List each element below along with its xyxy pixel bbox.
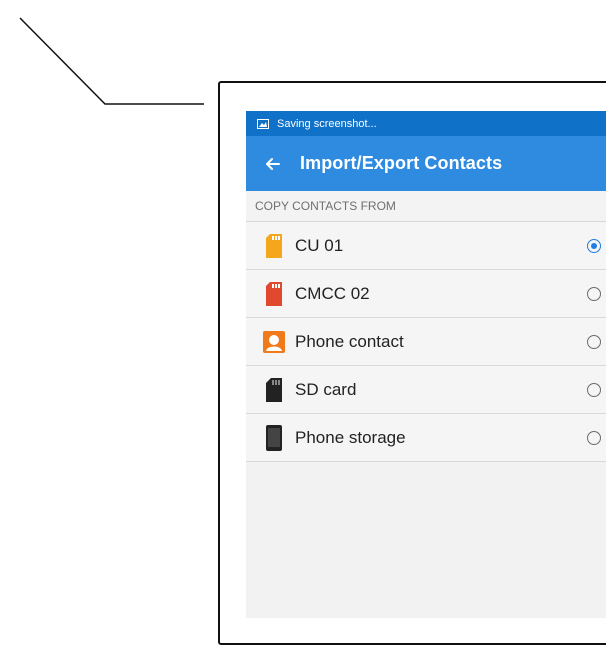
screenshot-icon	[257, 119, 269, 129]
contact-avatar-icon	[263, 330, 285, 354]
radio-button[interactable]	[587, 334, 601, 349]
item-label: Phone storage	[295, 427, 406, 447]
status-text: Saving screenshot...	[277, 117, 377, 130]
item-label: SD card	[295, 379, 357, 399]
item-label: CMCC 02	[295, 283, 370, 303]
item-label: Phone contact	[295, 331, 404, 351]
list-item-cu01[interactable]: CU 01	[246, 222, 606, 270]
app-bar: Import/Export Contacts	[246, 136, 606, 191]
sim-card-yellow-icon	[263, 233, 285, 258]
item-label: CU 01	[295, 235, 344, 255]
sim-card-red-icon	[263, 281, 285, 306]
phone-screen: Saving screenshot... Import/Export Conta…	[246, 111, 606, 618]
page-title: Import/Export Contacts	[300, 153, 503, 173]
list-item-phone-contact[interactable]: Phone contact	[246, 318, 606, 366]
list-item-phone-storage[interactable]: Phone storage	[246, 414, 606, 462]
list-item-cmcc02[interactable]: CMCC 02	[246, 270, 606, 318]
radio-button[interactable]	[587, 430, 601, 445]
list-item-sd-card[interactable]: SD card	[246, 366, 606, 414]
radio-button[interactable]	[587, 238, 601, 253]
radio-button[interactable]	[587, 286, 601, 301]
sd-card-icon	[263, 377, 285, 402]
radio-button[interactable]	[587, 382, 601, 397]
section-header: COPY CONTACTS FROM	[246, 191, 606, 222]
status-bar: Saving screenshot...	[246, 111, 606, 136]
back-arrow-icon[interactable]	[246, 154, 300, 174]
phone-storage-icon	[263, 424, 285, 451]
